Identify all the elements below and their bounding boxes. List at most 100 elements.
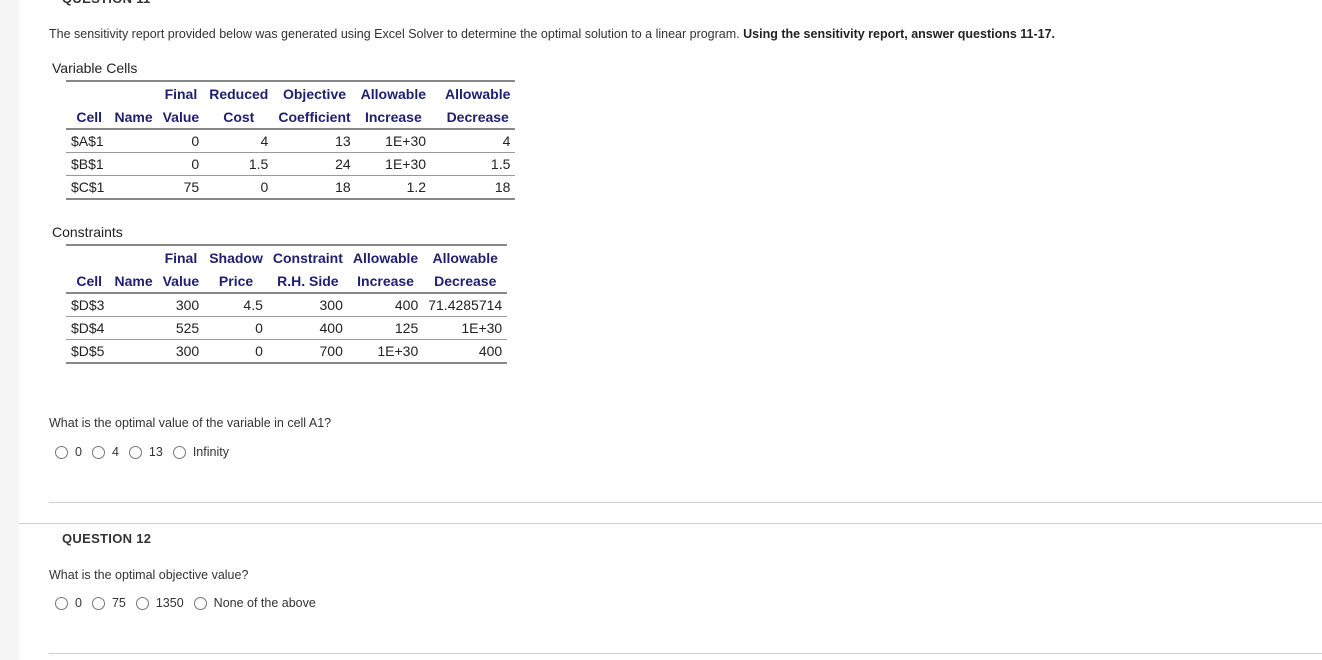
variable-cells-table: Final Reduced Objective Allowable Allowa… [66,80,516,200]
option-label: Infinity [192,445,229,459]
header-cell: Value [157,269,205,294]
option-13[interactable]: 13 [128,445,163,459]
constraints-label: Constraints [52,224,123,240]
header-cell: Allowable [347,244,424,269]
variable-cells-label: Variable Cells [52,60,138,76]
final-value: 0 [157,152,205,176]
reduced-cost: 1.5 [204,152,274,176]
table-row: $A$1 0 4 13 1E+30 4 [66,129,516,153]
header-cell: Shadow [204,244,268,269]
option-4[interactable]: 4 [91,445,119,459]
allowable-increase: 125 [347,316,424,340]
table-row: $D$4 525 0 400 125 1E+30 [66,316,508,340]
question-separator [19,523,1322,524]
header-cell: Increase [347,269,424,294]
header-cell: Price [204,269,268,294]
cell-ref: $D$3 [66,293,110,317]
option-75[interactable]: 75 [91,596,126,610]
header-cell: Decrease [431,105,516,130]
option-label: 4 [111,445,119,459]
cell-ref: $B$1 [66,152,110,176]
header-cell: Final [157,244,205,269]
allowable-decrease: 71.4285714 [423,293,508,317]
final-value: 525 [157,316,205,340]
radio-button[interactable] [55,596,68,610]
option-label: 0 [75,596,82,610]
allowable-increase: 400 [347,293,424,317]
cell-ref: $C$1 [66,175,110,200]
question-11-bottom-divider [49,502,1322,503]
allowable-decrease: 18 [431,175,516,200]
question-12-title: QUESTION 12 [62,531,152,546]
option-label: None of the above [213,596,316,610]
header-cell: Allowable [423,244,508,269]
final-value: 300 [157,293,205,317]
header-cell [66,80,110,105]
cell-name [109,175,158,200]
header-cell: Allowable [355,80,432,105]
cell-ref: $D$5 [66,339,110,364]
allowable-decrease: 1.5 [431,152,516,176]
radio-button[interactable] [172,445,186,459]
header-cell [109,80,158,105]
table-header-row: Cell Name Value Price R.H. Side Increase… [66,269,508,294]
header-cell: Constraint [267,244,348,269]
cell-name [109,152,158,176]
cell-name [109,339,158,364]
table-row: $D$5 300 0 700 1E+30 400 [66,339,508,364]
cell-ref: $A$1 [66,129,110,153]
final-value: 300 [157,339,205,364]
objective-coefficient: 18 [273,175,356,200]
option-0[interactable]: 0 [55,445,82,459]
objective-coefficient: 24 [273,152,356,176]
final-value: 0 [157,129,205,153]
constraint-rhs: 400 [267,316,348,340]
header-cell: Final [157,80,205,105]
question-12-text: What is the optimal objective value? [49,568,249,582]
table-row: $B$1 0 1.5 24 1E+30 1.5 [66,152,516,176]
radio-button[interactable] [91,445,105,459]
allowable-increase: 1E+30 [355,152,432,176]
left-gutter [0,0,19,660]
cell-ref: $D$4 [66,316,110,340]
header-cell [66,244,110,269]
header-cell: Name [109,269,158,294]
radio-button[interactable] [193,596,207,610]
option-label: 75 [111,596,126,610]
shadow-price: 4.5 [204,293,268,317]
header-cell: Decrease [423,269,508,294]
option-1350[interactable]: 1350 [135,596,184,610]
question-11-options: 0 4 13 Infinity [55,445,239,459]
option-0[interactable]: 0 [55,596,82,610]
header-cell: Increase [355,105,432,130]
table-row: $C$1 75 0 18 1.2 18 [66,175,516,200]
table-header-row: Final Reduced Objective Allowable Allowa… [66,80,516,105]
objective-coefficient: 13 [273,129,356,153]
option-label: 0 [75,445,82,459]
question-11-intro: The sensitivity report provided below wa… [49,27,1055,41]
option-label: 13 [148,445,163,459]
cell-name [109,316,158,340]
radio-button[interactable] [135,596,149,610]
option-infinity[interactable]: Infinity [172,445,229,459]
constraints-table: Final Shadow Constraint Allowable Allowa… [66,244,508,364]
radio-button[interactable] [128,445,142,459]
allowable-increase: 1E+30 [355,129,432,153]
quiz-content: QUESTION 11 The sensitivity report provi… [19,0,1322,660]
constraint-rhs: 700 [267,339,348,364]
header-cell: Objective [273,80,356,105]
option-none-of-the-above[interactable]: None of the above [193,596,316,610]
radio-button[interactable] [55,445,68,459]
radio-button[interactable] [91,596,105,610]
allowable-decrease: 1E+30 [423,316,508,340]
header-cell: Reduced [204,80,274,105]
header-cell: Name [109,105,158,130]
allowable-increase: 1E+30 [347,339,424,364]
header-cell: Cell [66,269,110,294]
option-label: 1350 [155,596,184,610]
shadow-price: 0 [204,339,268,364]
cell-name [109,129,158,153]
question-12-bottom-divider [49,653,1322,654]
header-cell: Cost [204,105,274,130]
intro-text: The sensitivity report provided below wa… [49,27,744,41]
